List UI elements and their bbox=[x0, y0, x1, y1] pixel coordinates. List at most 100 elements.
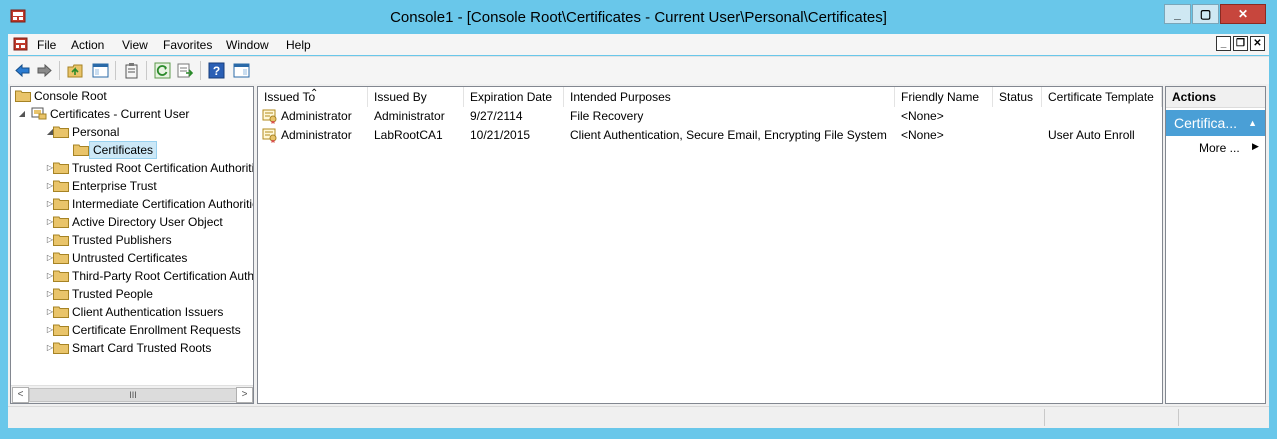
tree-item-label: Certificates - Current User bbox=[50, 107, 190, 121]
status-segment bbox=[1044, 409, 1045, 426]
scroll-thumb[interactable]: III bbox=[29, 388, 237, 402]
tree-item-label: Client Authentication Issuers bbox=[72, 305, 224, 319]
folder-icon bbox=[53, 126, 69, 138]
tree-item[interactable]: ▷ Enterprise Trust bbox=[11, 177, 253, 195]
cell-issued-to: Administrator bbox=[281, 128, 352, 142]
actions-section-certificates[interactable]: Certifica... ▲ bbox=[1166, 110, 1265, 136]
scroll-right-arrow[interactable]: > bbox=[236, 387, 253, 403]
menu-bar: File Action View Favorites Window Help _… bbox=[8, 34, 1269, 55]
folder-icon bbox=[53, 252, 69, 264]
cell-issued-to: Administrator bbox=[281, 109, 352, 123]
folder-icon bbox=[53, 216, 69, 228]
window-title: Console1 - [Console Root\Certificates - … bbox=[390, 9, 887, 26]
export-list-icon[interactable] bbox=[177, 62, 194, 79]
show-hide-tree-icon[interactable] bbox=[92, 62, 109, 79]
tree-item[interactable]: ▷ Trusted People bbox=[11, 285, 253, 303]
menu-view[interactable]: View bbox=[122, 38, 148, 52]
tree-item[interactable]: ▷ Intermediate Certification Authorities bbox=[11, 195, 254, 213]
column-issued-by[interactable]: Issued By bbox=[368, 87, 464, 107]
mdi-close-button[interactable]: ✕ bbox=[1250, 36, 1265, 51]
table-row[interactable]: Administrator LabRootCA1 10/21/2015 Client … bbox=[258, 126, 1162, 145]
column-expiration-date[interactable]: Expiration Date bbox=[464, 87, 564, 107]
tree-item[interactable]: ▷ Client Authentication Issuers bbox=[11, 303, 253, 321]
mdi-restore-button[interactable]: ❐ bbox=[1233, 36, 1248, 51]
folder-icon bbox=[53, 234, 69, 246]
tree-item-label: Certificate Enrollment Requests bbox=[72, 323, 241, 337]
status-bar bbox=[8, 406, 1269, 428]
tree-item-label: Certificates bbox=[89, 141, 158, 159]
folder-icon bbox=[53, 306, 69, 318]
menu-help[interactable]: Help bbox=[286, 38, 311, 52]
tree-item-label: Enterprise Trust bbox=[72, 179, 157, 193]
tree-item[interactable]: ▷ Certificate Enrollment Requests bbox=[11, 321, 253, 339]
folder-icon bbox=[53, 324, 69, 336]
up-folder-icon[interactable] bbox=[67, 62, 84, 79]
forward-icon[interactable] bbox=[36, 62, 53, 79]
svg-text:?: ? bbox=[213, 64, 220, 78]
clipboard-icon[interactable] bbox=[123, 62, 140, 79]
column-friendly-name[interactable]: Friendly Name bbox=[895, 87, 993, 107]
tree-item[interactable]: Console Root bbox=[11, 87, 253, 105]
show-hide-action-pane-icon[interactable] bbox=[233, 62, 250, 79]
tree-item-label: Console Root bbox=[34, 89, 107, 103]
column-issued-to[interactable]: Issued To ⌃ bbox=[258, 87, 368, 107]
console-body: Console Root ◢ Certificates - Current User… bbox=[8, 84, 1269, 406]
console-menu-icon[interactable] bbox=[13, 37, 28, 51]
more-actions-link[interactable]: More ... bbox=[1199, 141, 1240, 155]
folder-icon bbox=[53, 198, 69, 210]
tree-item-label: Trusted People bbox=[72, 287, 153, 301]
tree-item[interactable]: ▷Third-Party Root Certification Authorit… bbox=[11, 267, 253, 285]
certificate-icon bbox=[262, 128, 277, 143]
tree-item[interactable]: ▷ Untrusted Certificates bbox=[11, 249, 253, 267]
close-button[interactable]: ✕ bbox=[1220, 4, 1266, 24]
title-bar[interactable]: Console1 - [Console Root\Certificates - … bbox=[0, 0, 1277, 32]
tree-item[interactable]: Certificates bbox=[11, 141, 253, 159]
scroll-left-arrow[interactable]: < bbox=[12, 387, 29, 403]
cell-intended-purposes: Client Authentication, Secure Email, Enc… bbox=[570, 128, 887, 142]
tree-item-label: Trusted Root Certification Authorities bbox=[72, 161, 254, 175]
menu-favorites[interactable]: Favorites bbox=[163, 38, 212, 52]
cell-issued-by: LabRootCA1 bbox=[374, 128, 443, 142]
table-row[interactable]: Administrator Administrator 9/27/2114 File … bbox=[258, 107, 1162, 126]
cell-expiration-date: 10/21/2015 bbox=[470, 128, 531, 142]
back-icon[interactable] bbox=[14, 62, 31, 79]
console-tree[interactable]: Console Root ◢ Certificates - Current User… bbox=[10, 86, 254, 404]
tree-item-label: Intermediate Certification Authorities bbox=[72, 197, 254, 211]
column-certificate-template[interactable]: Certificate Template bbox=[1042, 87, 1162, 107]
minimize-button[interactable]: _ bbox=[1164, 4, 1191, 24]
tree-item[interactable]: ▷ Trusted Root Certification Authorities bbox=[11, 159, 254, 177]
menu-action[interactable]: Action bbox=[71, 38, 104, 52]
mdi-minimize-button[interactable]: _ bbox=[1216, 36, 1231, 51]
column-intended-purposes[interactable]: Intended Purposes bbox=[564, 87, 895, 107]
tree-horizontal-scrollbar[interactable]: < III > bbox=[11, 385, 253, 403]
certificate-icon bbox=[262, 109, 277, 124]
cell-expiration-date: 9/27/2114 bbox=[470, 109, 523, 123]
tree-item-label: Smart Card Trusted Roots bbox=[72, 341, 212, 355]
help-icon[interactable]: ? bbox=[208, 62, 225, 79]
actions-pane: Actions Certifica... ▲ More ... ▶ bbox=[1165, 86, 1266, 404]
submenu-arrow-icon: ▶ bbox=[1252, 141, 1259, 151]
column-status[interactable]: Status bbox=[993, 87, 1042, 107]
folder-icon bbox=[53, 342, 69, 354]
menu-file[interactable]: File bbox=[37, 38, 56, 52]
cell-certificate-template: User Auto Enroll bbox=[1048, 128, 1135, 142]
tree-item[interactable]: ▷ Smart Card Trusted Roots bbox=[11, 339, 253, 357]
cell-issued-by: Administrator bbox=[374, 109, 445, 123]
folder-icon bbox=[73, 144, 89, 156]
cell-friendly-name: <None> bbox=[901, 128, 944, 142]
tree-item[interactable]: ▷ Active Directory User Object bbox=[11, 213, 253, 231]
menu-window[interactable]: Window bbox=[226, 38, 269, 52]
cell-friendly-name: <None> bbox=[901, 109, 944, 123]
tree-item[interactable]: ◢ Personal bbox=[11, 123, 253, 141]
tree-item[interactable]: ▷ Trusted Publishers bbox=[11, 231, 253, 249]
collapse-arrow-icon[interactable]: ◢ bbox=[17, 105, 27, 123]
collapse-caret-icon[interactable]: ▲ bbox=[1248, 110, 1257, 136]
cell-intended-purposes: File Recovery bbox=[570, 109, 644, 123]
certificate-store-icon bbox=[31, 107, 47, 120]
certificate-list[interactable]: Issued To ⌃ Issued By Expiration Date In… bbox=[257, 86, 1163, 404]
tree-item-label: Untrusted Certificates bbox=[72, 251, 188, 265]
maximize-button[interactable]: ▢ bbox=[1192, 4, 1219, 24]
tree-item-label: Trusted Publishers bbox=[72, 233, 172, 247]
tree-item[interactable]: ◢ Certificates - Current User bbox=[11, 105, 253, 123]
refresh-icon[interactable] bbox=[154, 62, 171, 79]
